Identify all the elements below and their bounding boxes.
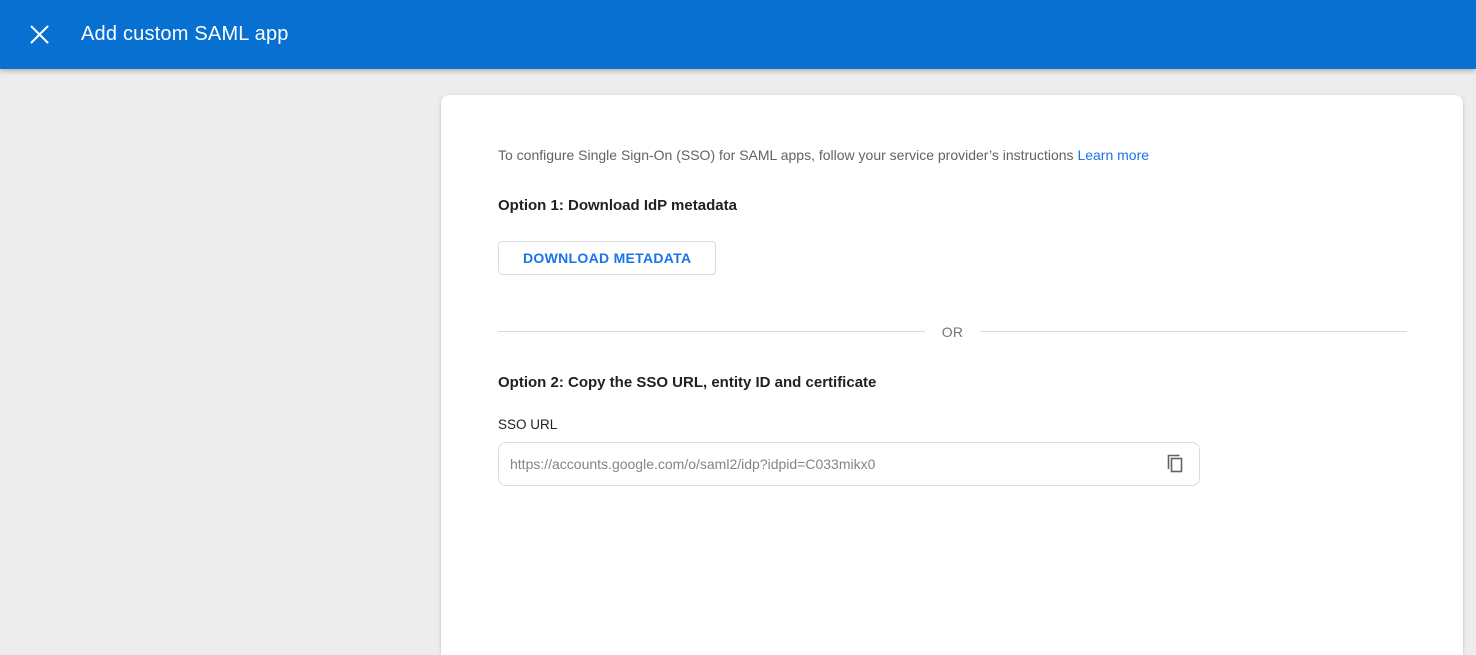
copy-icon (1167, 454, 1185, 474)
divider-line-right (980, 331, 1407, 332)
option2-heading: Option 2: Copy the SSO URL, entity ID an… (498, 374, 1407, 392)
option1-heading: Option 1: Download IdP metadata (498, 197, 1407, 215)
or-divider: OR (498, 323, 1407, 340)
sso-url-field-wrap (498, 442, 1200, 486)
saml-setup-card: To configure Single Sign-On (SSO) for SA… (441, 95, 1463, 655)
divider-line-left (498, 331, 925, 332)
close-icon (30, 25, 49, 44)
or-label: OR (925, 324, 981, 340)
intro-text: To configure Single Sign-On (SSO) for SA… (498, 147, 1407, 163)
intro-text-body: To configure Single Sign-On (SSO) for SA… (498, 147, 1074, 163)
learn-more-link[interactable]: Learn more (1077, 147, 1149, 163)
dialog-header: Add custom SAML app (0, 0, 1476, 69)
close-button[interactable] (21, 17, 57, 53)
download-metadata-button[interactable]: DOWNLOAD METADATA (498, 241, 716, 275)
dialog-title: Add custom SAML app (81, 23, 289, 46)
sso-url-input[interactable] (498, 442, 1200, 486)
copy-sso-url-button[interactable] (1160, 448, 1192, 480)
card-content: To configure Single Sign-On (SSO) for SA… (441, 95, 1463, 486)
sso-url-label: SSO URL (498, 417, 1407, 433)
